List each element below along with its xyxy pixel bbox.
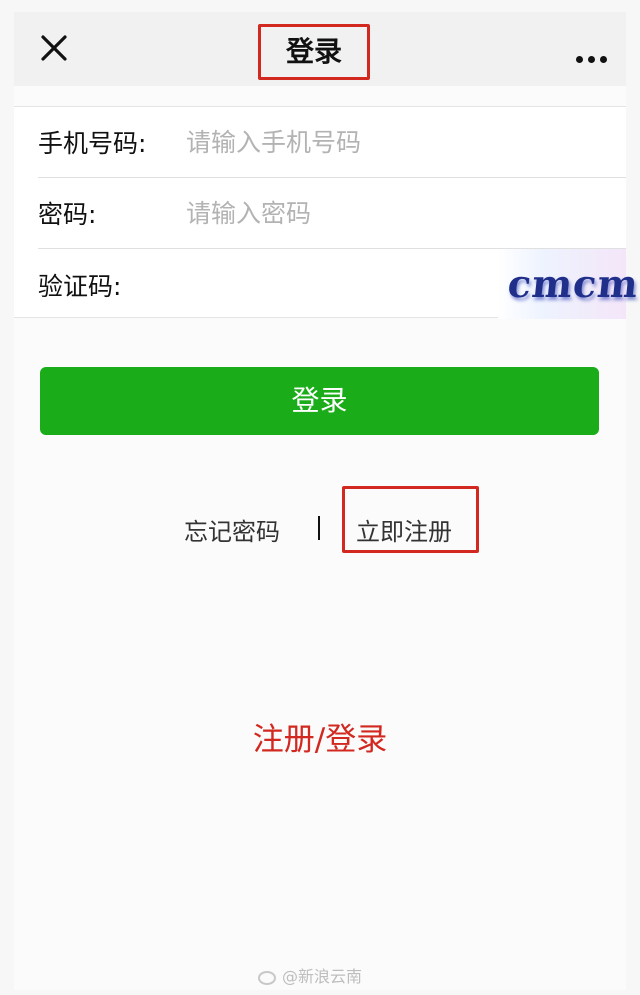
annotation-caption: 注册/登录 [252,722,388,758]
captcha-label: 验证码: [38,271,122,301]
weibo-icon [258,970,276,985]
captcha-input[interactable] [186,270,486,299]
register-link[interactable]: 立即注册 [356,512,452,547]
captcha-image[interactable]: cmcm [498,249,640,319]
phone-label: 手机号码: [38,129,147,158]
password-input[interactable] [186,198,626,228]
login-form: 手机号码: 密码: 验证码: cmcm [14,106,640,320]
phone-input[interactable] [186,127,626,157]
watermark: @新浪云南 [258,963,362,987]
login-button[interactable]: 登录 [40,367,599,435]
forgot-password-link[interactable]: 忘记密码 [184,512,280,547]
link-divider [318,516,320,540]
password-label: 密码: [38,200,97,229]
page-title: 登录 [258,24,370,80]
captcha-row: 验证码: cmcm [38,249,640,320]
phone-row: 手机号码: [38,107,626,178]
dot-icon [588,56,595,63]
captcha-text: cmcm [505,261,640,306]
close-icon[interactable] [38,32,70,64]
watermark-text: @新浪云南 [282,967,363,986]
dot-icon [576,56,583,63]
password-row: 密码: [38,178,626,249]
dot-icon [600,56,607,63]
more-horizontal-icon[interactable] [576,48,620,63]
